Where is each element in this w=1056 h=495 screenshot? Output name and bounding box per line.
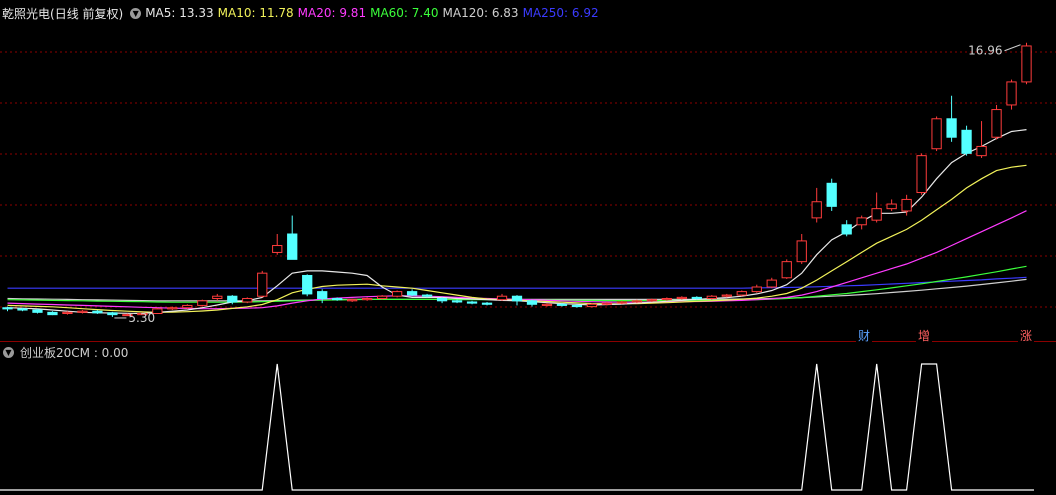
candle-up [661,298,673,301]
candle-down [17,308,28,311]
candle-down [332,298,343,301]
low-price-label: 5.30 [128,311,155,325]
candle-up [541,303,553,306]
candle-down [406,291,418,296]
candle-down [302,274,313,295]
candle-up [601,302,613,305]
candle-down [841,224,852,235]
candle-up [856,217,867,226]
candle-up [1021,45,1032,83]
candle-up [796,240,807,263]
candle-up [751,286,762,293]
candle-up [62,311,73,315]
high-pointer [1004,44,1021,52]
marker-zhang[interactable]: 涨 [1018,327,1035,344]
candle-up [991,109,1002,138]
candle-down [946,118,957,138]
candle-down [2,307,13,310]
candle-up [901,198,912,212]
candle-down [466,301,478,304]
candle-down [556,303,568,306]
ma5-label: MA5: 13.33 [145,6,214,20]
candle-down [107,312,118,316]
candle-up [931,118,942,150]
candle-up [347,299,358,302]
candle-down [227,295,238,303]
candle-down [317,291,328,300]
chart-header: 乾照光电 (日线 前复权) ▼ MA5: 13.33 MA10: 11.78 M… [0,4,603,22]
candle-up [167,307,178,310]
candle-up [631,300,643,303]
ma-line-ma5 [7,129,1027,315]
candle-up [781,261,792,279]
candle-up [706,295,717,300]
candle-up [676,296,687,300]
candle-up [242,298,253,303]
candle-up [77,310,88,313]
candle-up [586,303,598,308]
candle-down [961,129,972,154]
candle-down [47,311,58,316]
candle-down [481,302,493,305]
candle-down [691,296,702,300]
ma120-label: MA120: 6.83 [442,6,519,20]
candle-down [436,298,448,302]
candle-up [257,272,268,297]
candle-down [287,233,298,260]
candle-up [736,291,747,296]
candle-up [886,203,897,210]
candle-down [32,309,43,313]
candle-up [871,208,882,221]
chevron-down-icon[interactable]: ▼ [130,7,142,19]
ma10-label: MA10: 11.78 [217,6,294,20]
period-label: (日线 前复权) [50,6,124,21]
ma20-label: MA20: 9.81 [297,6,367,20]
candle-down [571,304,583,308]
candle-up [182,304,193,309]
candle-up [361,298,373,301]
candle-up [721,294,732,297]
ma60-label: MA60: 7.40 [370,6,439,20]
candle-down [451,300,463,303]
candle-up [766,279,777,288]
candle-up [212,295,223,300]
candle-up [376,295,388,300]
main-candlestick-chart[interactable]: 16.96 5.30 [0,0,1056,342]
candle-up [811,201,822,219]
indicator-line [0,363,1034,491]
ma-line-ma250 [7,276,1027,289]
candle-up [272,245,283,253]
candle-up [496,295,508,301]
candle-up [976,145,987,157]
ma250-label: MA250: 6.92 [522,6,599,20]
candle-up [1006,81,1017,106]
candle-up [916,155,927,194]
candle-down [92,310,103,314]
stock-name: 乾照光电 [2,6,51,21]
candle-up [616,301,628,304]
candle-down [826,182,837,207]
candle-up [646,299,658,302]
indicator-chart[interactable] [0,342,1056,495]
marker-cai[interactable]: 财 [856,327,873,344]
candle-down [526,300,538,305]
candle-down [421,294,433,297]
candle-up [391,291,403,297]
marker-zeng[interactable]: 增 [916,327,933,344]
candle-up [197,300,208,306]
high-price-label: 16.96 [968,44,1002,58]
candle-down [511,295,523,302]
